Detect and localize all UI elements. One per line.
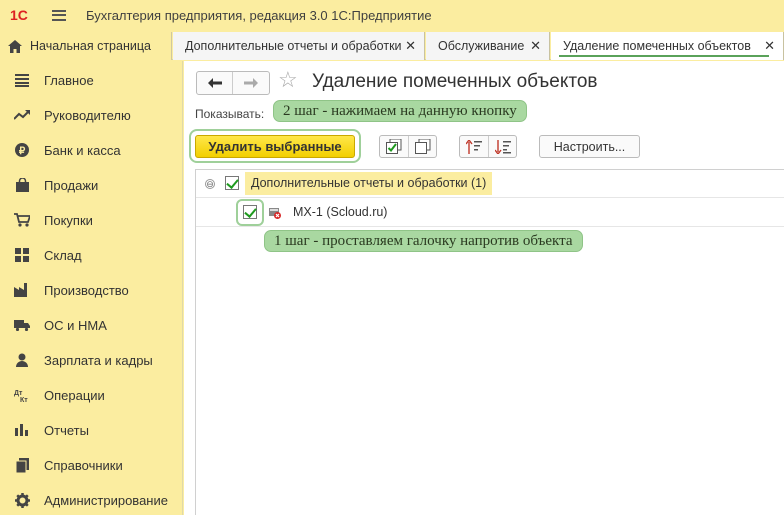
cart-icon xyxy=(14,212,30,228)
sidebar-item-reports[interactable]: Отчеты xyxy=(0,414,183,446)
truck-icon xyxy=(14,317,30,333)
logo-text: 1С xyxy=(10,8,28,22)
tab-delete-marked[interactable]: Удаление помеченных объектов ✕ xyxy=(551,32,784,60)
sidebar: Главное Руководителю ₽ Банк и касса Прод… xyxy=(0,61,183,515)
sidebar-item-operations[interactable]: Дт Кт Операции xyxy=(0,379,183,411)
svg-text:Дт: Дт xyxy=(14,390,23,397)
sort-descending-button[interactable] xyxy=(488,136,516,157)
sidebar-item-purchases[interactable]: Покупки xyxy=(0,204,183,236)
sidebar-item-bank[interactable]: ₽ Банк и касса xyxy=(0,134,183,166)
sidebar-item-references[interactable]: Справочники xyxy=(0,449,183,481)
sidebar-item-label: Банк и касса xyxy=(44,142,121,158)
sidebar-item-label: Производство xyxy=(44,282,129,298)
check-all-icon xyxy=(386,139,402,154)
sidebar-item-label: Главное xyxy=(44,72,94,88)
annotation-step-1: 1 шаг - проставляем галочку напротив объ… xyxy=(264,230,583,252)
sidebar-item-warehouse[interactable]: Склад xyxy=(0,239,183,271)
sidebar-item-label: Отчеты xyxy=(44,422,89,438)
tab-label: Дополнительные отчеты и обработки xyxy=(185,39,402,53)
dt-kt-icon: Дт Кт xyxy=(14,387,30,403)
tab-home[interactable]: Начальная страница xyxy=(0,32,172,60)
sidebar-item-label: Склад xyxy=(44,247,82,263)
annotation-step-2: 2 шаг - нажимаем на данную кнопку xyxy=(273,100,527,122)
main-menu-icon[interactable] xyxy=(52,9,66,21)
tree-object-row[interactable]: MX-1 (Scloud.ru) xyxy=(196,199,784,227)
group-checkbox[interactable] xyxy=(225,176,239,190)
check-buttons-group xyxy=(379,135,437,158)
delete-selected-button[interactable]: Удалить выбранные xyxy=(195,135,355,158)
back-button[interactable] xyxy=(197,72,233,94)
forward-button[interactable] xyxy=(233,72,269,94)
object-checkbox[interactable] xyxy=(243,205,257,219)
close-icon[interactable]: ✕ xyxy=(405,38,416,54)
trend-icon xyxy=(14,107,30,123)
1c-logo: 1С xyxy=(10,7,40,23)
uncheck-all-icon xyxy=(414,139,430,154)
sidebar-item-label: Покупки xyxy=(44,212,93,228)
sort-buttons-group xyxy=(459,135,517,158)
bar-chart-icon xyxy=(14,422,30,438)
ruble-icon: ₽ xyxy=(14,142,30,158)
sort-ascending-button[interactable] xyxy=(460,136,488,157)
tab-label: Удаление помеченных объектов xyxy=(563,39,751,53)
objects-tree: ⊖ Дополнительные отчеты и обработки (1) … xyxy=(195,169,784,515)
sidebar-item-main[interactable]: Главное xyxy=(0,64,183,96)
app-title: Бухгалтерия предприятия, редакция 3.0 1С… xyxy=(86,7,432,23)
tab-additional-reports[interactable]: Дополнительные отчеты и обработки ✕ xyxy=(173,32,425,60)
tree-group-row[interactable]: ⊖ Дополнительные отчеты и обработки (1) xyxy=(196,170,784,198)
object-label: MX-1 (Scloud.ru) xyxy=(293,205,388,219)
arrow-left-icon xyxy=(207,78,222,88)
home-icon xyxy=(8,39,22,53)
setup-button[interactable]: Настроить... xyxy=(539,135,640,158)
sort-descending-icon xyxy=(494,139,511,154)
tab-label: Обслуживание xyxy=(438,39,525,53)
sidebar-item-production[interactable]: Производство xyxy=(0,274,183,306)
group-label: Дополнительные отчеты и обработки (1) xyxy=(245,172,493,195)
page-title: Удаление помеченных объектов xyxy=(312,71,598,92)
close-icon[interactable]: ✕ xyxy=(764,38,775,54)
sidebar-item-label: Продажи xyxy=(44,177,99,193)
svg-text:Кт: Кт xyxy=(20,397,28,402)
tabs-bar: Начальная страница Дополнительные отчеты… xyxy=(0,30,784,60)
person-icon xyxy=(14,352,30,368)
favorite-star-icon[interactable]: ☆ xyxy=(278,69,298,91)
grid-icon xyxy=(14,247,30,263)
title-bar: 1С Бухгалтерия предприятия, редакция 3.0… xyxy=(0,0,784,30)
check-all-button[interactable] xyxy=(380,136,408,157)
main-content: ☆ Удаление помеченных объектов Показыват… xyxy=(184,61,784,515)
tab-home-label: Начальная страница xyxy=(30,39,151,53)
sort-ascending-icon xyxy=(466,139,482,154)
gear-icon xyxy=(14,492,30,508)
show-label: Показывать: xyxy=(195,107,265,121)
sidebar-item-salary[interactable]: Зарплата и кадры xyxy=(0,344,183,376)
arrow-right-icon xyxy=(244,78,258,88)
sidebar-item-label: ОС и НМА xyxy=(44,317,107,333)
sidebar-item-label: Операции xyxy=(44,387,105,403)
sidebar-item-fixed-assets[interactable]: ОС и НМА xyxy=(0,309,183,341)
marked-for-deletion-icon xyxy=(269,208,281,219)
navigation-buttons xyxy=(196,71,270,95)
sidebar-item-sales[interactable]: Продажи xyxy=(0,169,183,201)
collapse-icon[interactable]: ⊖ xyxy=(205,179,215,189)
uncheck-all-button[interactable] xyxy=(408,136,436,157)
close-icon[interactable]: ✕ xyxy=(530,38,541,54)
sidebar-item-label: Руководителю xyxy=(44,107,131,123)
books-icon xyxy=(14,457,30,473)
sidebar-item-label: Зарплата и кадры xyxy=(44,352,153,368)
factory-icon xyxy=(14,282,30,298)
sidebar-item-administration[interactable]: Администрирование xyxy=(0,484,183,515)
svg-text:₽: ₽ xyxy=(19,146,26,157)
sidebar-item-manager[interactable]: Руководителю xyxy=(0,99,183,131)
bag-icon xyxy=(14,177,30,193)
sidebar-item-label: Справочники xyxy=(44,457,123,473)
list-icon xyxy=(14,72,30,88)
sidebar-item-label: Администрирование xyxy=(44,492,168,508)
tab-maintenance[interactable]: Обслуживание ✕ xyxy=(426,32,550,60)
